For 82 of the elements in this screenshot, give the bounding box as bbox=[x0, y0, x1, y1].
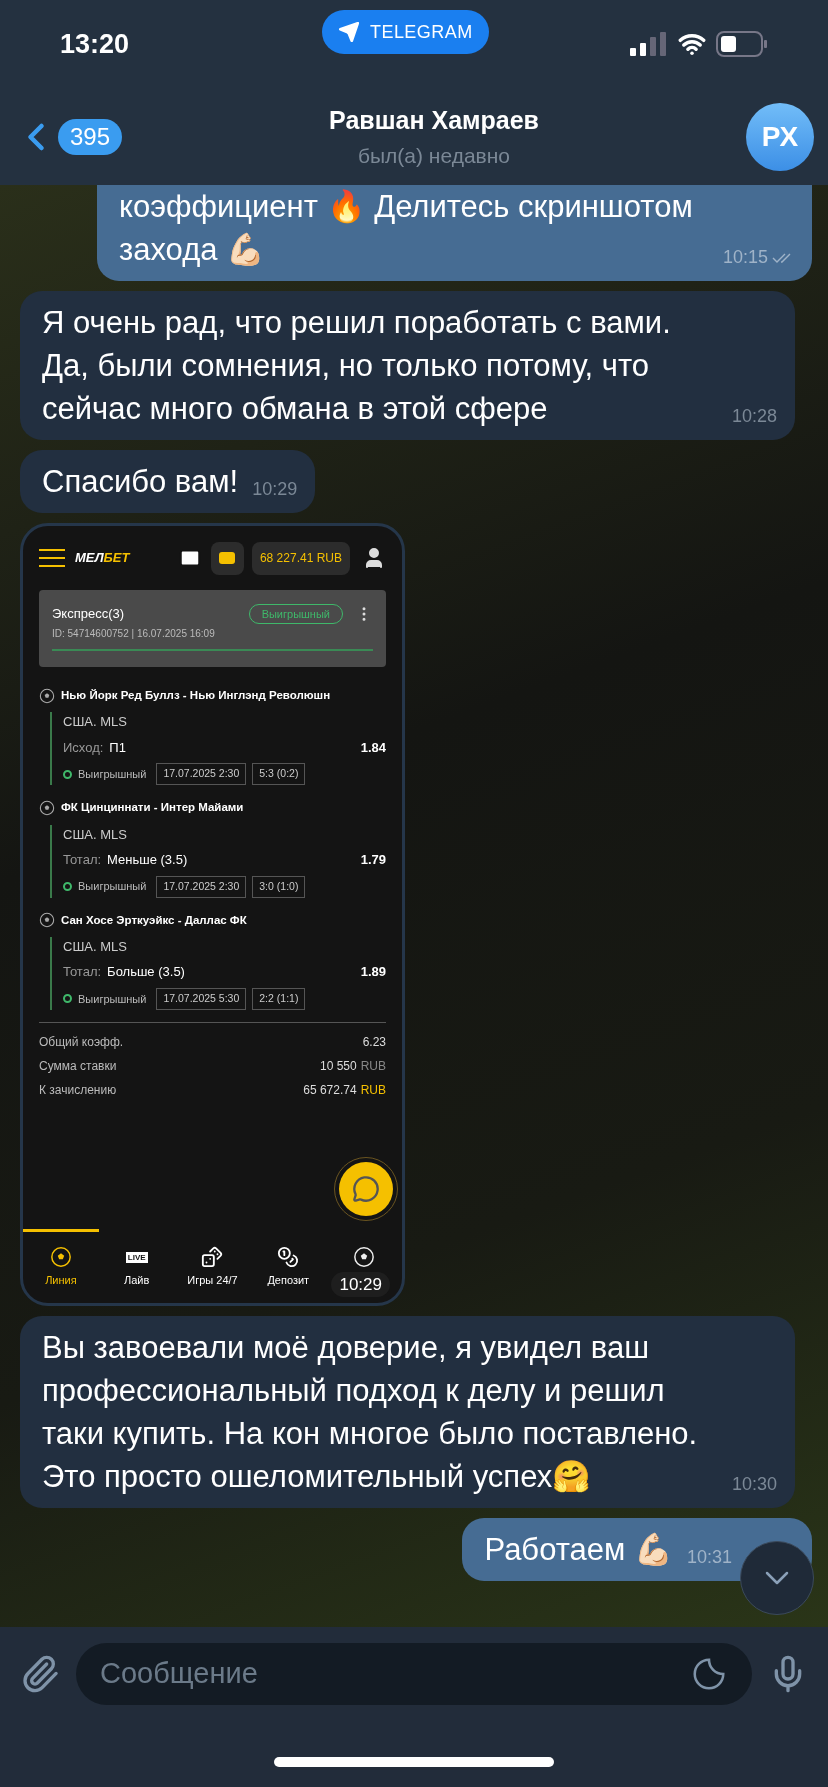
status-ring-icon bbox=[63, 769, 72, 779]
event-score: 3:0 (1:0) bbox=[252, 875, 306, 898]
message-time: 10:15 bbox=[722, 246, 768, 269]
bet-screenshot[interactable] bbox=[20, 523, 405, 1306]
nav-tab[interactable]: Линия bbox=[23, 1229, 99, 1295]
message-time: 10:31 bbox=[686, 1546, 732, 1569]
summary-value: 10 550 bbox=[319, 1057, 357, 1075]
nav-tab[interactable]: Депозит bbox=[250, 1229, 327, 1295]
message-field[interactable]: Сообщение bbox=[76, 1643, 752, 1705]
market-label: Тотал: bbox=[63, 851, 102, 869]
message-text: коэффициент 🔥 Делитесь скриншотом захода 💪🏻 bbox=[119, 188, 694, 269]
outgoing-message[interactable]: Работаем 💪🏻 10:31 bbox=[462, 1518, 812, 1581]
outgoing-message[interactable]: коэффициент 🔥 Делитесь скриншотом захода 💪🏻 10:15 bbox=[97, 185, 812, 281]
signal-icon bbox=[630, 32, 668, 56]
message-text: Работаем 💪🏻 bbox=[484, 1531, 673, 1569]
event-date: 17.07.2025 2:30 bbox=[156, 763, 247, 786]
message-text: Я очень рад, что решил поработать с вами. Да, были сомнения, но только потому, что сейчас много обмана в этой сфере bbox=[42, 304, 672, 428]
match-title: ФК Цинциннати - Интер Майами bbox=[61, 800, 244, 816]
nav-tab[interactable]: Игры 24/7 bbox=[174, 1229, 251, 1295]
coupon-meta: ID: 54714600752 | 16.07.2025 16:09 bbox=[52, 627, 216, 641]
event-score: 5:3 (0:2) bbox=[252, 763, 306, 786]
odds-value: 1.84 bbox=[360, 738, 386, 757]
market-label: Тотал: bbox=[63, 963, 102, 982]
match-title: Нью Йорк Ред Буллз - Нью Инглэнд Революшн bbox=[61, 688, 331, 703]
chat-status: был(а) недавно bbox=[358, 142, 511, 169]
event-date: 17.07.2025 5:30 bbox=[156, 987, 247, 1010]
market-value: Больше (3.5) bbox=[107, 963, 185, 982]
league-name: США. MLS bbox=[63, 937, 128, 956]
match-title: Сан Хосе Эрткуэйкс - Даллас ФК bbox=[61, 912, 247, 928]
message-input[interactable]: Сообщение bbox=[100, 1652, 690, 1696]
status-ring-icon bbox=[63, 882, 72, 891]
soccer-ball-icon bbox=[49, 1246, 72, 1268]
logo: МЕЛБЕТ bbox=[75, 549, 130, 568]
summary-value: 65 672.74 bbox=[303, 1081, 357, 1099]
odds-value: 1.79 bbox=[360, 851, 386, 869]
coins-icon bbox=[277, 1246, 300, 1268]
soccer-ball-icon bbox=[39, 687, 55, 704]
market-value: Меньше (3.5) bbox=[107, 851, 188, 869]
incoming-message[interactable]: Я очень рад, что решил поработать с вами. Да, были сомнения, но только потому, что сейчас много обмана в этой сфере 10:28 bbox=[20, 291, 795, 440]
incoming-message[interactable]: Спасибо вам! 10:29 bbox=[20, 450, 316, 513]
status-text: Выигрышный bbox=[78, 767, 147, 782]
nav-tab[interactable]: LIVE Лайв bbox=[98, 1229, 175, 1295]
chat-bubble-icon bbox=[352, 1175, 380, 1203]
event-score: 2:2 (1:1) bbox=[252, 987, 306, 1010]
status-text: Выигрышный bbox=[78, 879, 147, 895]
telegram-pill[interactable]: TELEGRAM bbox=[322, 10, 489, 54]
soccer-ball-icon bbox=[39, 799, 55, 816]
balance-button[interactable]: 68 227.41 RUB bbox=[251, 541, 350, 575]
message-time: 10:28 bbox=[731, 405, 777, 428]
market-value: П1 bbox=[109, 738, 126, 757]
summary-value: 6.23 bbox=[362, 1033, 386, 1051]
wallet-button[interactable] bbox=[210, 541, 244, 575]
league-name: США. MLS bbox=[63, 825, 128, 844]
menu-icon[interactable] bbox=[39, 549, 65, 567]
soccer-ball-icon bbox=[39, 912, 55, 929]
message-text: Спасибо вам! bbox=[42, 463, 239, 501]
message-time: 10:29 bbox=[331, 1271, 390, 1297]
incoming-message[interactable]: Вы завоевали моё доверие, я увидел ваш профессиональный подход к делу и решил таки купить. На кон многое было поставлено. Это просто ошеломительный успех🤗 10:30 bbox=[20, 1316, 795, 1508]
summary-label: Общий коэфф. bbox=[39, 1033, 124, 1051]
summary-label: Сумма ставки bbox=[39, 1057, 117, 1075]
summary-label: К зачислению bbox=[39, 1081, 117, 1099]
coupon-title: Экспресс(3) bbox=[52, 605, 125, 624]
chat-title: Равшан Хамраев bbox=[329, 105, 539, 136]
attach-icon[interactable] bbox=[20, 1654, 60, 1694]
message-text: Вы завоевали моё доверие, я увидел ваш профессиональный подход к делу и решил таки купить. На кон многое было поставлено. Это просто ошеломительный успех🤗 bbox=[42, 1329, 699, 1496]
live-icon: LIVE bbox=[125, 1251, 148, 1263]
league-name: США. MLS bbox=[63, 713, 128, 732]
status-ring-icon bbox=[63, 994, 72, 1004]
dice-icon bbox=[201, 1246, 224, 1268]
currency-label: RUB bbox=[360, 1081, 386, 1099]
status-text: Выигрышный bbox=[78, 991, 147, 1007]
status-time: 13:20 bbox=[60, 27, 130, 61]
odds-value: 1.89 bbox=[360, 963, 386, 982]
message-time: 10:30 bbox=[731, 1473, 777, 1496]
event-date: 17.07.2025 2:30 bbox=[156, 875, 247, 898]
currency-label: RUB bbox=[360, 1057, 386, 1075]
soccer-ball-icon bbox=[353, 1246, 376, 1268]
paper-plane-icon bbox=[338, 21, 360, 43]
market-label: Исход: bbox=[63, 738, 104, 757]
coupon-card[interactable]: Экспресс(3) Выигрышный ID: 54714600752 | 16.07.2025 16:09 bbox=[39, 590, 386, 667]
message-time: 10:29 bbox=[252, 478, 298, 501]
battery-icon bbox=[716, 31, 768, 57]
